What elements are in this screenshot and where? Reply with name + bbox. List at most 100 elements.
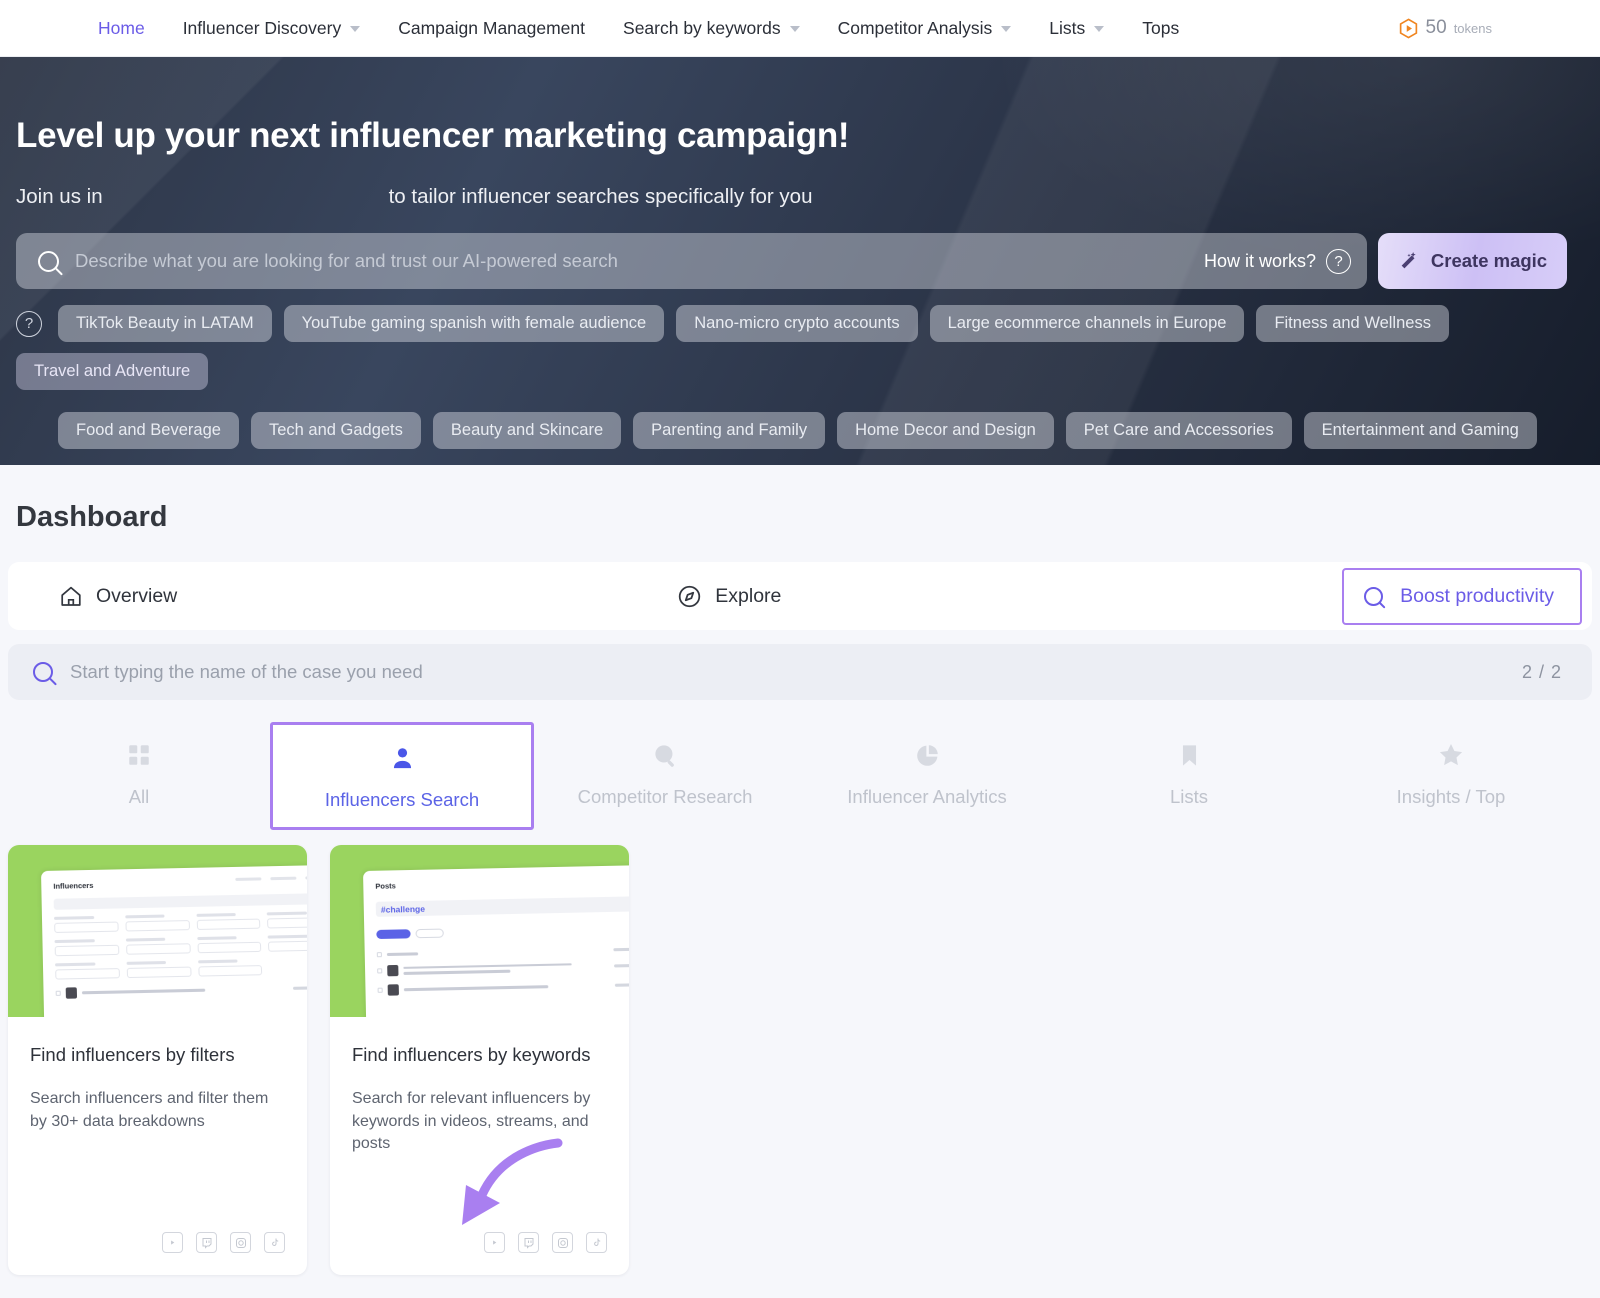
- category-tab-lists[interactable]: Lists: [1058, 722, 1320, 824]
- person-icon: [389, 743, 416, 773]
- suggestion-chip[interactable]: YouTube gaming spanish with female audie…: [284, 305, 665, 342]
- preview-filter-tags: [376, 920, 629, 944]
- hero-subtitle-suffix: to tailor influencer searches specifical…: [389, 185, 813, 209]
- hero-title: Level up your next influencer marketing …: [16, 57, 1592, 156]
- instagram-icon: [230, 1232, 251, 1253]
- category-tab-label: Lists: [1170, 786, 1208, 808]
- card-thumbnail: Posts #challenge: [330, 845, 629, 1017]
- category-tab-insights-top[interactable]: Insights / Top: [1320, 722, 1582, 824]
- preview-search-bar: #challenge: [376, 896, 629, 917]
- ai-search-input[interactable]: Describe what you are looking for and tr…: [75, 250, 1204, 272]
- category-tab-influencers-search[interactable]: Influencers Search: [270, 722, 534, 830]
- twitch-icon: [518, 1232, 539, 1253]
- compass-icon: [677, 584, 702, 609]
- preview-table-row: [377, 960, 629, 977]
- preview-table-row: [56, 982, 307, 999]
- case-search-counter: 2 / 2: [1522, 662, 1562, 683]
- home-icon: [59, 584, 83, 608]
- nav-item-search-by-keywords[interactable]: Search by keywords: [623, 18, 800, 39]
- case-card[interactable]: Influencers: [8, 845, 307, 1275]
- category-tab-label: Insights / Top: [1397, 786, 1506, 808]
- nav-item-campaign-management[interactable]: Campaign Management: [398, 18, 585, 39]
- youtube-icon: [484, 1232, 505, 1253]
- star-icon: [1437, 740, 1465, 770]
- category-tab-competitor-research[interactable]: Competitor Research: [534, 722, 796, 824]
- hero-subtitle-prefix: Join us in: [16, 185, 103, 209]
- search-circle-icon: [652, 740, 679, 770]
- case-search-box[interactable]: Start typing the name of the case you ne…: [8, 644, 1592, 700]
- suggestion-chips: ? TikTok Beauty in LATAM YouTube gaming …: [16, 305, 1567, 449]
- bookmark-icon: [1176, 740, 1203, 770]
- suggestion-chip[interactable]: Nano-micro crypto accounts: [676, 305, 917, 342]
- nav-item-tops[interactable]: Tops: [1142, 18, 1179, 39]
- magic-wand-icon: [1398, 250, 1420, 272]
- suggestion-chip[interactable]: Food and Beverage: [58, 412, 239, 449]
- tiktok-icon: [586, 1232, 607, 1253]
- dashboard-tabbar: Overview Explore Boost productivity: [8, 562, 1592, 630]
- nav-item-label: Influencer Discovery: [183, 18, 342, 39]
- nav-item-home[interactable]: Home: [98, 18, 145, 39]
- category-tab-influencer-analytics[interactable]: Influencer Analytics: [796, 722, 1058, 824]
- case-search-input[interactable]: Start typing the name of the case you ne…: [70, 661, 1522, 683]
- token-coin-icon: [1398, 18, 1419, 39]
- preview-query: #challenge: [381, 903, 425, 914]
- preview-heading: Posts: [375, 876, 629, 891]
- nav-item-label: Lists: [1049, 18, 1085, 39]
- suggestion-chip[interactable]: TikTok Beauty in LATAM: [58, 305, 272, 342]
- twitch-icon: [196, 1232, 217, 1253]
- posts-search-preview: Posts #challenge: [363, 865, 629, 1017]
- dashboard-section: Dashboard Overview Explore Boost produ: [0, 465, 1600, 1298]
- nav-item-label: Home: [98, 18, 145, 39]
- nav-item-label: Campaign Management: [398, 18, 585, 39]
- tab-overview-label: Overview: [96, 585, 177, 608]
- case-card[interactable]: Posts #challenge: [330, 845, 629, 1275]
- token-count: 50: [1426, 17, 1447, 39]
- how-it-works-label: How it works?: [1204, 251, 1316, 272]
- nav-item-label: Search by keywords: [623, 18, 781, 39]
- suggestion-chip[interactable]: Travel and Adventure: [16, 353, 208, 390]
- preview-table-row: [378, 979, 629, 996]
- suggestion-chip[interactable]: Home Decor and Design: [837, 412, 1054, 449]
- tab-boost-productivity[interactable]: Boost productivity: [1342, 568, 1582, 625]
- instagram-icon: [552, 1232, 573, 1253]
- tab-explore-label: Explore: [715, 585, 781, 608]
- create-magic-button[interactable]: Create magic: [1378, 233, 1567, 289]
- category-tab-all[interactable]: All: [8, 722, 270, 824]
- nav-item-influencer-discovery[interactable]: Influencer Discovery: [183, 18, 361, 39]
- search-icon: [38, 251, 59, 272]
- pie-chart-icon: [914, 740, 941, 770]
- suggestion-chip[interactable]: Beauty and Skincare: [433, 412, 621, 449]
- card-title: Find influencers by keywords: [352, 1044, 607, 1066]
- suggestion-chip[interactable]: Parenting and Family: [633, 412, 825, 449]
- suggestion-chip[interactable]: Entertainment and Gaming: [1304, 412, 1537, 449]
- suggestion-chip[interactable]: Tech and Gadgets: [251, 412, 421, 449]
- tab-overview[interactable]: Overview: [59, 584, 177, 608]
- influencers-table-preview: Influencers: [41, 865, 307, 1017]
- case-cards: Influencers: [8, 845, 1592, 1275]
- search-icon: [33, 662, 53, 682]
- hero-subtitle: Join us in to tailor influencer searches…: [16, 185, 1592, 209]
- token-balance[interactable]: 50 tokens: [1398, 17, 1492, 39]
- card-thumbnail: Influencers: [8, 845, 307, 1017]
- suggestion-chip[interactable]: Fitness and Wellness: [1256, 305, 1449, 342]
- chevron-down-icon: [1094, 26, 1104, 32]
- search-icon: [1364, 587, 1383, 606]
- category-tab-label: Influencers Search: [325, 789, 479, 811]
- nav-item-lists[interactable]: Lists: [1049, 18, 1104, 39]
- card-title: Find influencers by filters: [30, 1044, 285, 1066]
- nav-item-competitor-analysis[interactable]: Competitor Analysis: [838, 18, 1012, 39]
- suggestion-chip[interactable]: Pet Care and Accessories: [1066, 412, 1292, 449]
- preview-filter-row: [55, 934, 307, 956]
- ai-search-row: Describe what you are looking for and tr…: [16, 233, 1567, 289]
- tab-explore[interactable]: Explore: [677, 584, 781, 609]
- how-it-works-button[interactable]: How it works? ?: [1204, 249, 1351, 274]
- card-social-icons: [162, 1232, 285, 1253]
- tiktok-icon: [264, 1232, 285, 1253]
- question-circle-icon: ?: [1326, 249, 1351, 274]
- category-tabs: All Influencers Search Competitor Resear…: [8, 722, 1592, 830]
- grid-icon: [126, 740, 152, 770]
- ai-search-box[interactable]: Describe what you are looking for and tr…: [16, 233, 1367, 289]
- nav-item-label: Competitor Analysis: [838, 18, 993, 39]
- suggestion-chip[interactable]: Large ecommerce channels in Europe: [930, 305, 1245, 342]
- card-social-icons: [484, 1232, 607, 1253]
